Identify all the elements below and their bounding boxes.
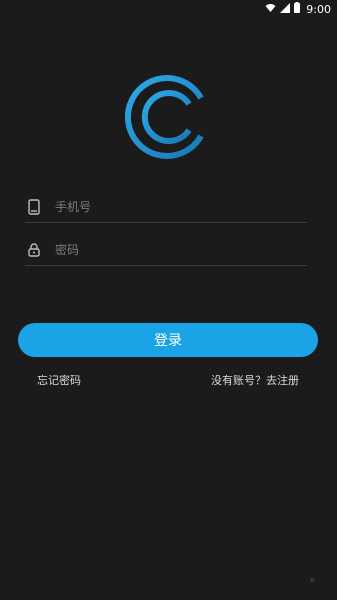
password-field — [25, 234, 307, 266]
logo-c-icon — [124, 75, 208, 159]
login-button[interactable]: 登录 — [18, 323, 318, 357]
battery-icon — [294, 2, 301, 16]
forgot-password-link[interactable]: 忘记密码 — [37, 372, 81, 388]
app-logo — [121, 70, 215, 164]
wifi-icon — [265, 3, 276, 16]
status-time: 9:00 — [306, 2, 331, 16]
status-icons — [265, 2, 301, 16]
phone-icon — [25, 198, 43, 216]
corner-mark-icon: ✕ — [309, 576, 316, 585]
phone-input[interactable] — [55, 199, 307, 214]
register-link[interactable]: 没有账号？去注册 — [211, 372, 299, 388]
phone-field — [25, 191, 307, 223]
lock-icon — [25, 241, 43, 259]
login-screen: 9:00 手机号 登录 忘记密码 没有账号？去注册 ✕ — [0, 0, 337, 600]
status-bar: 9:00 — [0, 0, 337, 18]
signal-icon — [280, 2, 291, 16]
password-input[interactable] — [55, 242, 307, 257]
